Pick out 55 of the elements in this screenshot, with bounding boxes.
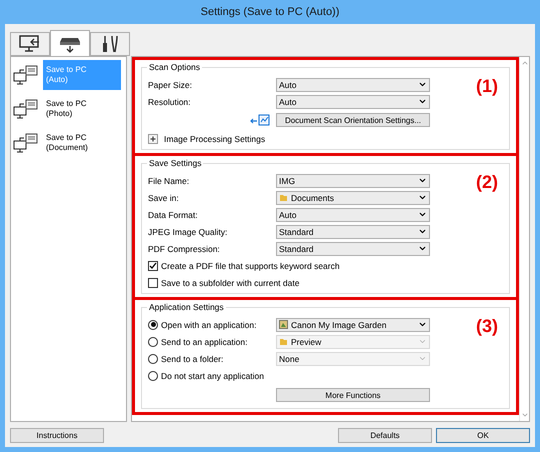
field-label: Resolution: bbox=[148, 96, 192, 106]
window-title: Settings (Save to PC (Auto)) bbox=[200, 5, 340, 20]
option-label: Do not start any application bbox=[161, 370, 264, 380]
scroll-up-icon[interactable] bbox=[520, 59, 528, 67]
checkbox-label: Save to a subfolder with current date bbox=[161, 278, 300, 288]
radio-button[interactable] bbox=[148, 320, 158, 330]
dropdown[interactable]: Auto bbox=[276, 94, 430, 108]
scanner-icon bbox=[59, 35, 81, 53]
field-label: Paper Size: bbox=[148, 80, 193, 90]
dropdown[interactable]: Canon My Image Garden bbox=[276, 318, 430, 332]
expander-label: Image Processing Settings bbox=[164, 134, 266, 144]
dropdown[interactable]: Standard bbox=[276, 242, 430, 256]
settings-tab[interactable] bbox=[90, 32, 130, 56]
more-functions-button[interactable]: More Functions bbox=[276, 388, 430, 402]
folder-icon bbox=[279, 337, 288, 346]
orientation-icon bbox=[250, 114, 270, 126]
group-title: Application Settings bbox=[147, 302, 226, 312]
dropdown[interactable]: Documents bbox=[276, 190, 430, 204]
field-label: Save in: bbox=[148, 192, 180, 202]
scan-to-pc-icon bbox=[13, 98, 39, 120]
app-icon bbox=[279, 320, 288, 329]
radio-button[interactable] bbox=[148, 370, 158, 380]
scan-to-pc-icon bbox=[13, 132, 39, 154]
field-label: PDF Compression: bbox=[148, 244, 221, 254]
settings-tab[interactable] bbox=[50, 30, 90, 57]
mode-item[interactable]: Save to PC (Document) bbox=[43, 128, 121, 158]
checkbox-label: Create a PDF file that supports keyword search bbox=[161, 260, 340, 270]
field-label: Data Format: bbox=[148, 210, 199, 220]
expand-icon[interactable] bbox=[148, 134, 158, 144]
computer-icon bbox=[19, 35, 41, 53]
group-title: Scan Options bbox=[147, 62, 202, 72]
ok-button[interactable]: OK bbox=[436, 428, 530, 442]
dropdown[interactable]: Auto bbox=[276, 78, 430, 92]
callout-number: (1) bbox=[476, 76, 498, 97]
field-label: File Name: bbox=[148, 176, 190, 186]
dropdown[interactable]: Auto bbox=[276, 208, 430, 222]
defaults-button[interactable]: Defaults bbox=[338, 428, 432, 442]
option-label: Send to an application: bbox=[161, 336, 248, 346]
dropdown[interactable]: IMG bbox=[276, 174, 430, 188]
field-label: JPEG Image Quality: bbox=[148, 226, 228, 236]
folder-icon bbox=[279, 193, 288, 202]
scroll-down-icon[interactable] bbox=[520, 411, 528, 419]
checkbox[interactable] bbox=[148, 260, 158, 270]
orientation-settings-button[interactable]: Document Scan Orientation Settings... bbox=[276, 113, 430, 127]
mode-item[interactable]: Save to PC (Photo) bbox=[43, 94, 121, 124]
settings-tab[interactable] bbox=[10, 32, 50, 56]
group-title: Save Settings bbox=[147, 158, 204, 168]
dropdown[interactable]: Standard bbox=[276, 224, 430, 238]
instructions-button[interactable]: Instructions bbox=[10, 428, 104, 442]
callout-number: (3) bbox=[476, 316, 498, 337]
option-label: Open with an application: bbox=[161, 320, 256, 330]
checkbox[interactable] bbox=[148, 278, 158, 288]
option-label: Send to a folder: bbox=[161, 354, 224, 364]
callout-number: (2) bbox=[476, 172, 498, 193]
scan-to-pc-icon bbox=[13, 64, 39, 86]
